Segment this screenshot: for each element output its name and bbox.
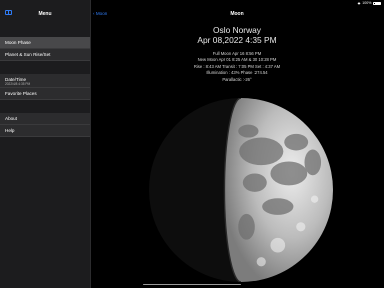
- sidebar-item-label: Planet & Sun Rise/Set: [5, 52, 51, 57]
- location-name: Oslo Norway: [213, 25, 261, 35]
- sidebar: Menu Moon Phase Planet & Sun Rise/Set Da…: [0, 0, 91, 288]
- menu-group-info: About Help: [0, 113, 90, 137]
- home-indicator: [143, 283, 241, 286]
- sidebar-item-label: Favorite Places: [5, 91, 37, 96]
- sidebar-item-label: About: [5, 116, 18, 121]
- new-moon-info: New Moon Apr 01 8:25 AM & 30 10:28 PM: [197, 57, 277, 62]
- rise-transit-set-info: Rise : 8:43 AM Transit : 7:05 PM Set : 4…: [193, 63, 281, 69]
- sidebar-item-label: Date/Time: [5, 76, 27, 82]
- navigation-bar: ‹ Moon Moon: [90, 6, 384, 20]
- sidebar-item-favorite-places[interactable]: Favorite Places: [0, 88, 90, 100]
- illumination-phase-info: Illumination : 43% Phase :274.54: [206, 70, 268, 75]
- menu-group-main: Moon Phase Planet & Sun Rise/Set: [0, 37, 90, 61]
- sidebar-item-label: Moon Phase: [5, 40, 31, 45]
- sidebar-item-help[interactable]: Help: [0, 125, 90, 137]
- page-title: Moon: [230, 10, 244, 17]
- sidebar-title: Menu: [38, 10, 52, 17]
- current-datetime: Apr 08,2022 4:35 PM: [197, 35, 277, 45]
- sidebar-item-moon-phase[interactable]: Moon Phase: [0, 37, 90, 49]
- status-right: 100%: [357, 1, 381, 5]
- sidebar-item-date-time[interactable]: Date/Time 2022/4/8 4:35 PM: [0, 74, 90, 88]
- full-moon-info: Full Moon Apr 16 8:56 PM: [212, 50, 262, 56]
- sidebar-item-planet-sun[interactable]: Planet & Sun Rise/Set: [0, 49, 90, 61]
- date-time-value: 2022/4/8 4:35 PM: [5, 82, 31, 87]
- sidebar-item-about[interactable]: About: [0, 113, 90, 125]
- menu-group-settings: Date/Time 2022/4/8 4:35 PM Favorite Plac…: [0, 74, 90, 100]
- battery-icon: [373, 1, 381, 5]
- battery-percent: 100%: [362, 1, 372, 6]
- moon-phase-image: [149, 98, 333, 282]
- parallactic-info: Parallactic :-26°: [222, 76, 252, 82]
- wifi-icon: [357, 2, 361, 5]
- sidebar-header: Menu: [0, 6, 90, 20]
- sidebar-item-label: Help: [5, 128, 15, 133]
